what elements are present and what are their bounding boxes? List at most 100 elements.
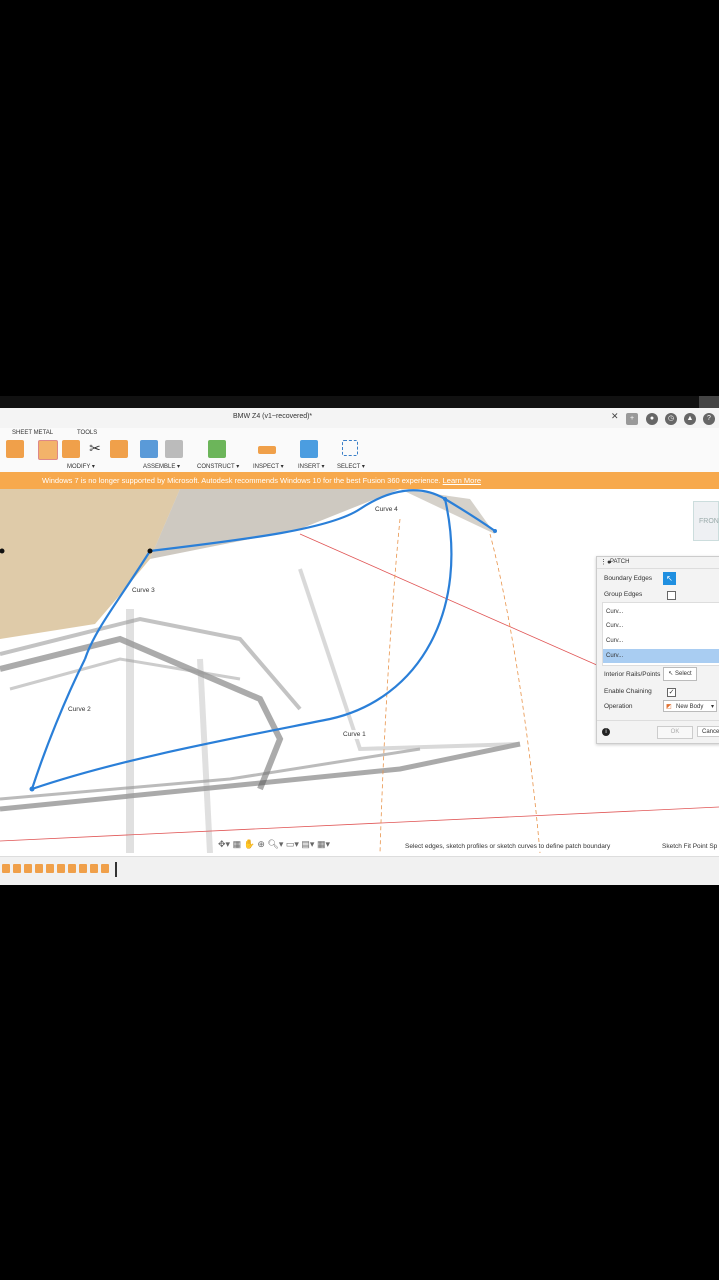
- canvas-image-stroke: [0, 741, 521, 812]
- timeline-feature-icon[interactable]: [13, 864, 21, 873]
- sketch-point[interactable]: [443, 497, 447, 501]
- close-tab-icon[interactable]: ✕: [611, 411, 619, 422]
- interior-rails-select-button[interactable]: ↖ Select: [663, 667, 697, 681]
- measure-icon[interactable]: [258, 446, 276, 454]
- operation-value: New Body: [676, 704, 704, 710]
- document-title: BMW Z4 (v1~recovered)*: [233, 413, 313, 420]
- curve-list-item[interactable]: Curv...: [603, 605, 719, 619]
- look-at-icon[interactable]: ▦: [233, 839, 242, 849]
- press-pull-icon[interactable]: [38, 440, 58, 460]
- operation-dropdown[interactable]: ◩ New Body ▾: [663, 700, 717, 712]
- viewports-icon[interactable]: ▦▾: [317, 839, 330, 849]
- timeline-feature-icon[interactable]: [57, 864, 65, 873]
- patch-dialog-title: PATCH: [610, 559, 630, 565]
- new-body-icon: ◩: [666, 704, 672, 710]
- modify-menu[interactable]: MODIFY ▾: [67, 463, 95, 470]
- chevron-down-icon: ▾: [710, 704, 714, 710]
- solid-tool-icon[interactable]: [6, 440, 24, 458]
- windows7-warning-banner: Windows 7 is no longer supported by Micr…: [0, 472, 719, 489]
- assemble-menu[interactable]: ASSEMBLE ▾: [143, 463, 180, 470]
- info-icon[interactable]: i: [602, 728, 610, 736]
- interior-rails-label: Interior Rails/Points: [604, 671, 661, 678]
- delete-face-icon[interactable]: [62, 440, 80, 458]
- construct-menu[interactable]: CONSTRUCT ▾: [197, 463, 239, 470]
- split-body-icon[interactable]: ✂: [86, 440, 104, 458]
- curve-4-label: Curve 4: [373, 505, 400, 514]
- reference-surface: [150, 489, 400, 559]
- sketch-point[interactable]: [493, 529, 497, 533]
- curve-list-item[interactable]: Curv...: [603, 634, 719, 648]
- group-edges-label: Group Edges: [604, 591, 643, 598]
- cursor-icon: ↖: [668, 671, 674, 677]
- patch-dialog-header[interactable]: ⋮● PATCH: [597, 557, 719, 569]
- timeline-feature-icon[interactable]: [79, 864, 87, 873]
- learn-more-link[interactable]: Learn More: [443, 476, 481, 485]
- red-axis-line: [0, 806, 719, 842]
- toolbar-ribbon: SHEET METAL TOOLS ✂ MODIFY ▾ ASSEMBLE ▾ …: [0, 428, 719, 472]
- orbit-icon[interactable]: ✥▾: [218, 839, 230, 849]
- curve-list-item[interactable]: Curv...: [603, 619, 719, 633]
- inspect-menu[interactable]: INSPECT ▾: [253, 463, 284, 470]
- view-cube[interactable]: FRONT: [693, 501, 719, 541]
- notifications-icon[interactable]: ▲: [684, 413, 696, 425]
- select-button-label: Select: [675, 671, 692, 677]
- reference-body: [0, 489, 180, 639]
- job-status-icon[interactable]: ◷: [665, 413, 677, 425]
- enable-chaining-checkbox[interactable]: ✓: [667, 688, 676, 697]
- canvas-image-stroke: [9, 657, 241, 691]
- construct-plane-icon[interactable]: [208, 440, 226, 458]
- zoom-icon[interactable]: 🔍︎▾: [267, 839, 283, 849]
- help-icon[interactable]: ?: [703, 413, 715, 425]
- status-hint: Select edges, sketch profiles or sketch …: [403, 842, 613, 851]
- select-window-icon[interactable]: [342, 440, 358, 456]
- timeline-feature-icon[interactable]: [68, 864, 76, 873]
- os-title-bar: [0, 396, 719, 408]
- tab-sheet-metal[interactable]: SHEET METAL: [12, 430, 53, 436]
- timeline-feature-icon[interactable]: [24, 864, 32, 873]
- joint-icon[interactable]: [165, 440, 183, 458]
- zoom-window-icon[interactable]: ⊕: [257, 839, 265, 849]
- construction-line: [489, 533, 541, 854]
- insert-menu[interactable]: INSERT ▾: [298, 463, 324, 470]
- grid-settings-icon[interactable]: ▤▾: [301, 839, 314, 849]
- timeline-feature-icon[interactable]: [101, 864, 109, 873]
- timeline-feature-icon[interactable]: [90, 864, 98, 873]
- timeline-marker[interactable]: [115, 862, 117, 877]
- move-copy-icon[interactable]: [110, 440, 128, 458]
- group-edges-checkbox[interactable]: [667, 591, 676, 600]
- insert-image-icon[interactable]: [300, 440, 318, 458]
- timeline-feature-icon[interactable]: [35, 864, 43, 873]
- enable-chaining-label: Enable Chaining: [604, 688, 652, 695]
- cancel-button[interactable]: Cancel: [697, 726, 719, 737]
- tab-tools[interactable]: TOOLS: [77, 430, 97, 436]
- sketch-point[interactable]: [147, 548, 153, 554]
- pan-icon[interactable]: ✋: [244, 839, 255, 849]
- canvas-image-stroke: [298, 568, 521, 752]
- curve-list-item-selected[interactable]: Curv...: [603, 649, 719, 663]
- ok-button[interactable]: OK: [657, 726, 693, 739]
- display-settings-icon[interactable]: ▭▾: [286, 839, 299, 849]
- curve-1-label: Curve 1: [341, 730, 368, 739]
- banner-text: Windows 7 is no longer supported by Micr…: [42, 476, 481, 485]
- banner-message: Windows 7 is no longer supported by Micr…: [42, 476, 441, 485]
- navigation-bar: ✥▾ ▦ ✋ ⊕ 🔍︎▾ ▭▾ ▤▾ ▦▾: [218, 839, 330, 850]
- sketch-point[interactable]: [29, 786, 35, 792]
- curve-2-label: Curve 2: [66, 705, 93, 714]
- select-menu[interactable]: SELECT ▾: [337, 463, 365, 470]
- extensions-icon[interactable]: ●: [646, 413, 658, 425]
- curve-3-label: Curve 3: [130, 586, 157, 595]
- timeline-bar: [0, 856, 719, 885]
- window-controls[interactable]: [699, 396, 719, 408]
- patch-dialog: ⋮● PATCH Boundary Edges ↖ Group Edges Cu…: [596, 556, 719, 744]
- boundary-edges-label: Boundary Edges: [604, 575, 653, 582]
- curve-2[interactable]: [30, 658, 86, 790]
- new-tab-icon[interactable]: +: [626, 413, 638, 425]
- timeline-feature-icon[interactable]: [2, 864, 10, 873]
- operation-label: Operation: [604, 703, 633, 710]
- timeline-feature-icon[interactable]: [46, 864, 54, 873]
- boundary-edges-select-button[interactable]: ↖: [663, 572, 676, 585]
- boundary-curve-list: Curv... Curv... Curv... Curv...: [602, 602, 719, 666]
- new-component-icon[interactable]: [140, 440, 158, 458]
- patch-dialog-footer: i OK Cancel: [597, 720, 719, 744]
- status-right-text: Sketch Fit Point Sp: [662, 843, 718, 850]
